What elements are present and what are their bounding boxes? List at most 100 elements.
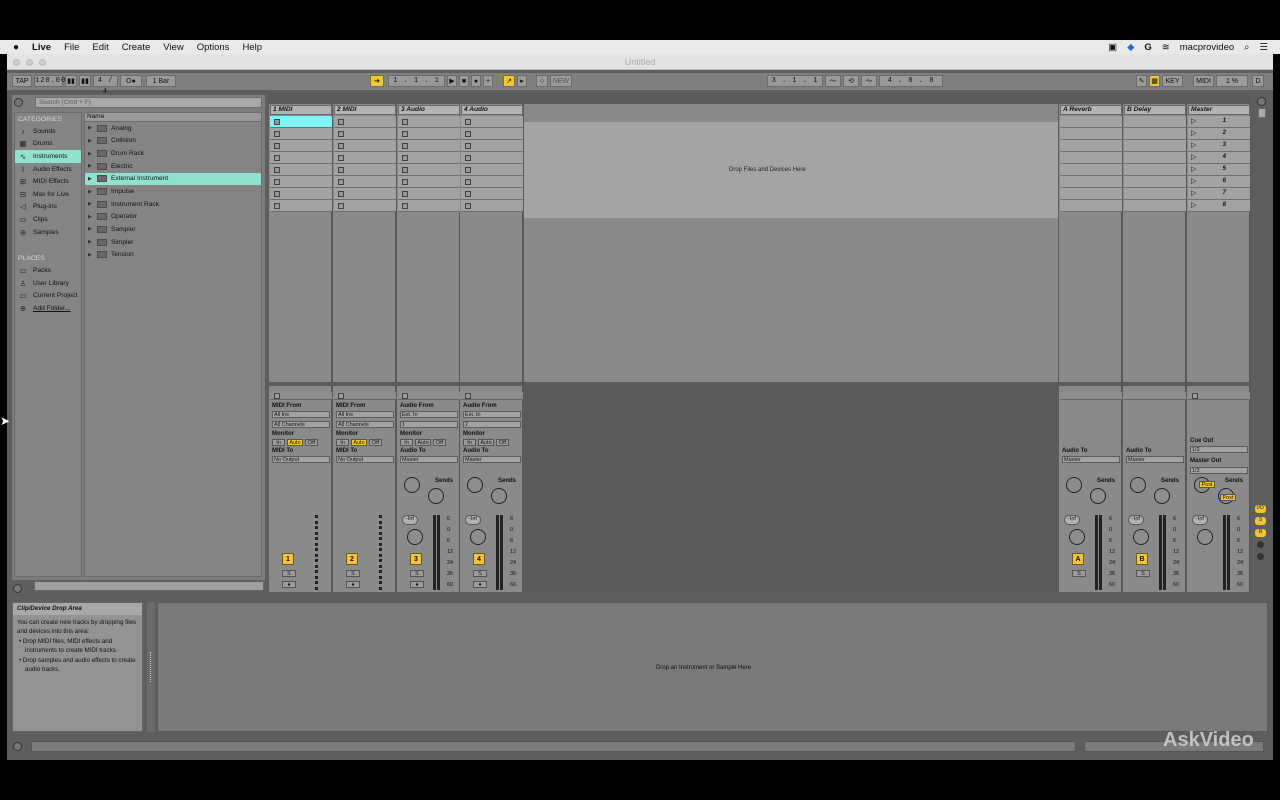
browser-item[interactable]: ▶ Instrument Rack — [85, 198, 261, 211]
category-drums[interactable]: ▦ Drums — [15, 138, 81, 151]
midi-from-dropdown[interactable]: All Ins — [336, 411, 394, 418]
send-a-knob[interactable] — [404, 477, 420, 493]
scene-play-icon[interactable]: ▷ — [1191, 189, 1196, 197]
scene-launch[interactable]: ▷ 2 — [1188, 128, 1250, 140]
clip-stop-button[interactable] — [274, 131, 280, 137]
scroll-handle[interactable] — [1258, 108, 1266, 118]
track-header[interactable]: A Reverb — [1060, 105, 1122, 115]
browser-search-input[interactable]: Search (Cmd + F) — [35, 97, 262, 108]
clip-slot[interactable] — [461, 176, 523, 188]
clip-stop-button[interactable] — [274, 203, 280, 209]
category-plug-ins[interactable]: ◁ Plug-ins — [15, 201, 81, 214]
re-enable-automation-icon[interactable]: ▸ — [517, 75, 527, 87]
pan-knob[interactable] — [407, 529, 423, 545]
monitor-in-button[interactable]: In — [272, 439, 285, 446]
detail-resize-handle[interactable] — [147, 602, 155, 732]
browser-item[interactable]: ▶ Simpler — [85, 236, 261, 249]
dropbox-icon[interactable]: ◆ — [1127, 42, 1134, 53]
master-post-button[interactable]: Post — [1220, 494, 1236, 501]
automation-arm-icon[interactable]: ↗ — [503, 75, 515, 87]
audio-to-dropdown[interactable]: Master — [463, 456, 521, 463]
clip-slot[interactable] — [1060, 176, 1122, 188]
returns-toggle-icon[interactable]: R — [1255, 529, 1266, 537]
category-max-for-live[interactable]: ⊟ Max for Live — [15, 188, 81, 201]
nudge-up-icon[interactable]: ▮▮ — [79, 75, 91, 87]
track-header[interactable]: Master — [1188, 105, 1250, 115]
stop-icon[interactable]: ■ — [459, 75, 469, 87]
clip-slot[interactable] — [398, 116, 460, 128]
menu-help[interactable]: Help — [242, 42, 262, 53]
sends-toggle-icon[interactable]: S — [1255, 517, 1266, 525]
solo-button[interactable]: S — [1072, 570, 1086, 577]
arrangement-position[interactable]: 1 . 1 . 1 — [388, 75, 445, 87]
clip-slot[interactable] — [270, 164, 332, 176]
time-signature-field[interactable]: 4 / 4 — [93, 75, 118, 96]
add-folder-button[interactable]: ⊕ Add Folder... — [15, 302, 81, 315]
clip-slot[interactable] — [398, 152, 460, 164]
track-activator-button[interactable]: 2 — [346, 553, 358, 565]
stop-all-clips-button[interactable] — [274, 393, 280, 399]
clip-slot[interactable] — [1124, 200, 1186, 212]
track-stop-row[interactable] — [1060, 392, 1122, 400]
clip-stop-button[interactable] — [465, 179, 471, 185]
scene-launch[interactable]: ▷ 7 — [1188, 188, 1250, 200]
pan-knob[interactable] — [1133, 529, 1149, 545]
clip-slot[interactable] — [1124, 140, 1186, 152]
clip-slot[interactable] — [1124, 164, 1186, 176]
track-activator-button[interactable]: 3 — [410, 553, 422, 565]
send-b-knob[interactable] — [1154, 488, 1170, 504]
category-samples[interactable]: ⊕ Samples — [15, 226, 81, 239]
menu-options[interactable]: Options — [197, 42, 230, 53]
clip-stop-button[interactable] — [402, 119, 408, 125]
clip-slot[interactable] — [1060, 200, 1122, 212]
name-column-header[interactable]: Name — [85, 113, 261, 122]
clip-stop-button[interactable] — [338, 203, 344, 209]
cue-post-button[interactable]: Post — [1199, 481, 1215, 488]
clip-slot[interactable] — [461, 128, 523, 140]
scene-play-icon[interactable]: ▷ — [1191, 165, 1196, 173]
clip-slot[interactable] — [270, 140, 332, 152]
scene-play-icon[interactable]: ▷ — [1191, 117, 1196, 125]
browser-item[interactable]: ▶ Collision — [85, 135, 261, 148]
clip-slot[interactable] — [1060, 188, 1122, 200]
computer-midi-keyboard-icon[interactable]: ▦ — [1149, 75, 1160, 87]
category-midi-effects[interactable]: ⊞ MIDI Effects — [15, 175, 81, 188]
clip-slot[interactable] — [334, 140, 396, 152]
clip-stop-button[interactable] — [465, 155, 471, 161]
clip-slot[interactable] — [398, 128, 460, 140]
scene-play-icon[interactable]: ▷ — [1191, 201, 1196, 209]
clip-stop-button[interactable] — [402, 167, 408, 173]
clip-stop-button[interactable] — [274, 155, 280, 161]
solo-button[interactable]: S — [1136, 570, 1150, 577]
add-icon[interactable]: + — [483, 75, 493, 87]
monitor-auto-button[interactable]: Auto — [415, 439, 431, 446]
input-channel-dropdown[interactable]: 1 — [400, 421, 458, 428]
clip-stop-button[interactable] — [338, 191, 344, 197]
clip-slot[interactable] — [461, 140, 523, 152]
io-toggle-icon[interactable]: I/O — [1255, 505, 1266, 513]
clip-slot[interactable] — [398, 164, 460, 176]
clip-stop-button[interactable] — [338, 131, 344, 137]
clip-stop-button[interactable] — [338, 167, 344, 173]
clip-slot[interactable] — [1124, 176, 1186, 188]
pan-knob[interactable] — [470, 529, 486, 545]
place-current-project[interactable]: ▭ Current Project — [15, 290, 81, 303]
clip-slot[interactable] — [1124, 128, 1186, 140]
scene-play-icon[interactable]: ▷ — [1191, 141, 1196, 149]
arm-button[interactable]: ● — [410, 581, 424, 588]
volume-field[interactable]: -Inf — [402, 515, 418, 525]
clip-slot[interactable] — [398, 140, 460, 152]
solo-button[interactable]: S — [282, 570, 296, 577]
clip-slot[interactable] — [1060, 128, 1122, 140]
clip-slot[interactable] — [334, 200, 396, 212]
send-b-knob[interactable] — [491, 488, 507, 504]
monitor-off-button[interactable]: Off — [433, 439, 446, 446]
return-activator-button[interactable]: B — [1136, 553, 1148, 565]
midi-map-button[interactable]: MIDI — [1193, 75, 1214, 87]
monitor-auto-button[interactable]: Auto — [351, 439, 367, 446]
info-toggle-icon[interactable] — [13, 742, 22, 751]
monitor-in-button[interactable]: In — [463, 439, 476, 446]
clip-stop-button[interactable] — [465, 119, 471, 125]
clip-slot[interactable] — [334, 128, 396, 140]
solo-button[interactable]: S — [410, 570, 424, 577]
